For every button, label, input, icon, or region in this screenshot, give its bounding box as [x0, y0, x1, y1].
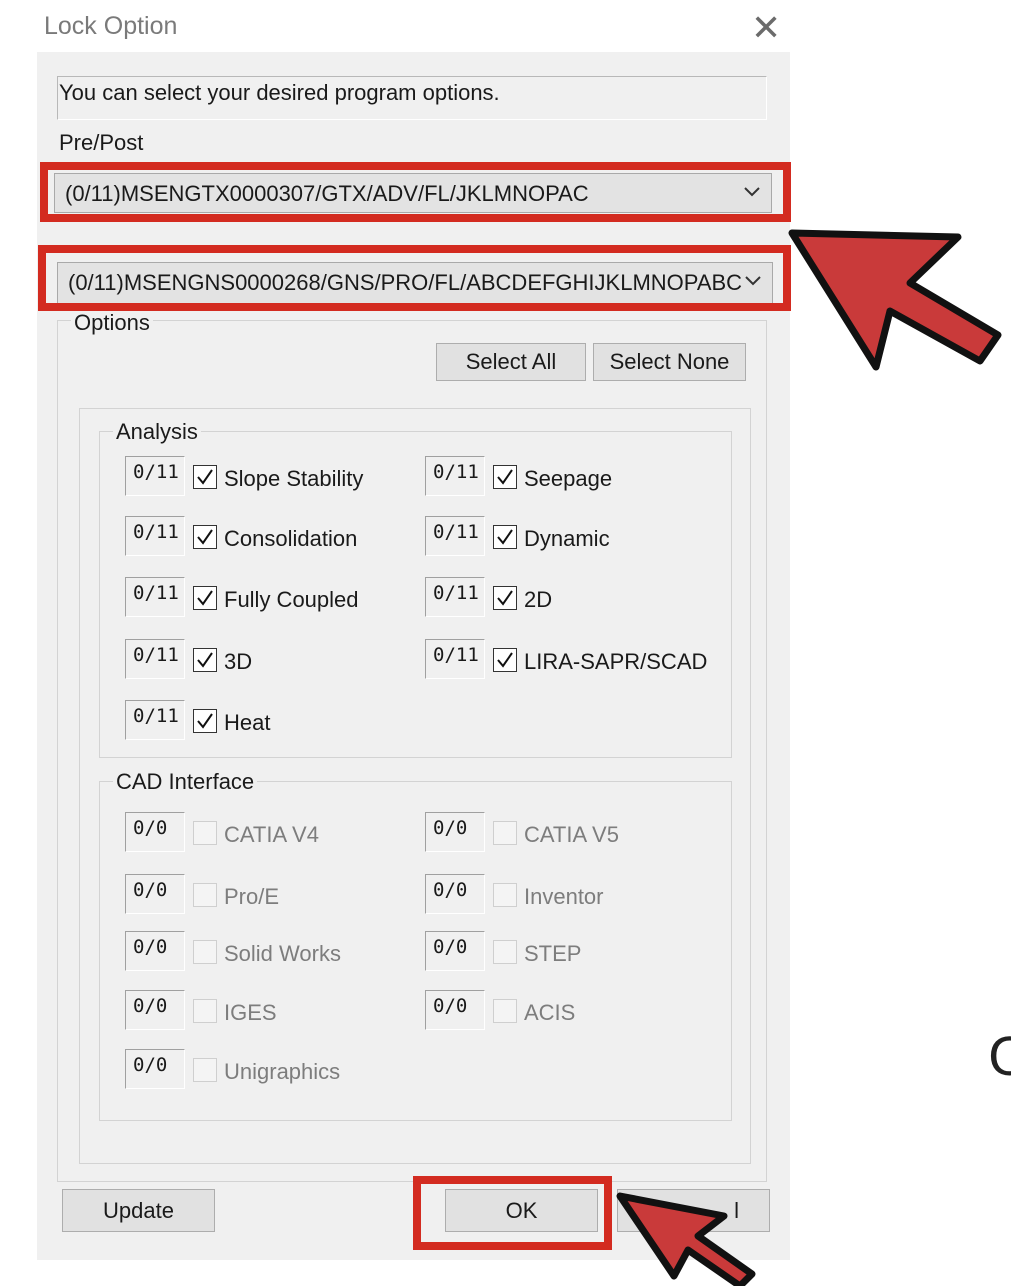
count-field-inventor: 0/0 — [425, 874, 485, 914]
prepost-label: Pre/Post — [59, 130, 144, 155]
count-field-3d: 0/11 — [125, 639, 185, 679]
checkmark-icon — [497, 590, 513, 606]
count-field-unigraphics: 0/0 — [125, 1049, 185, 1089]
count-field-consolidation: 0/11 — [125, 516, 185, 556]
highlight-box-prepost — [40, 162, 791, 222]
checkbox-slope-stability[interactable] — [193, 465, 217, 489]
count-field-lira-sapr-scad: 0/11 — [425, 639, 485, 679]
count-field-catia-v5: 0/0 — [425, 812, 485, 852]
count-field-fully-coupled: 0/11 — [125, 577, 185, 617]
checkmark-icon — [497, 469, 513, 485]
highlight-box-ok — [413, 1176, 612, 1250]
option-label-3d: 3D — [224, 649, 253, 674]
count-field-seepage: 0/11 — [425, 456, 485, 496]
update-button[interactable]: Update — [62, 1189, 215, 1232]
select-none-button[interactable]: Select None — [593, 343, 746, 381]
count-field-pro-e: 0/0 — [125, 874, 185, 914]
checkbox-dynamic[interactable] — [493, 525, 517, 549]
checkbox-step[interactable] — [493, 940, 517, 964]
checkmark-icon — [497, 529, 513, 545]
option-label-solid-works: Solid Works — [224, 941, 341, 966]
select-all-button[interactable]: Select All — [436, 343, 586, 381]
count-field-acis: 0/0 — [425, 990, 485, 1030]
checkbox-2d[interactable] — [493, 586, 517, 610]
option-label-inventor: Inventor — [524, 884, 604, 909]
highlight-box-solver — [38, 245, 791, 311]
checkmark-icon — [197, 529, 213, 545]
option-label-heat: Heat — [224, 710, 271, 735]
pointer-arrow-icon — [616, 1192, 756, 1286]
option-label-slope-stability: Slope Stability — [224, 466, 364, 491]
count-field-slope-stability: 0/11 — [125, 456, 185, 496]
option-label-iges: IGES — [224, 1000, 277, 1025]
options-title: Options — [71, 310, 153, 336]
checkbox-consolidation[interactable] — [193, 525, 217, 549]
option-label-step: STEP — [524, 941, 582, 966]
option-label-fully-coupled: Fully Coupled — [224, 587, 359, 612]
dialog-title: Lock Option — [44, 12, 178, 40]
checkmark-icon — [197, 590, 213, 606]
option-label-dynamic: Dynamic — [524, 526, 610, 551]
option-label-seepage: Seepage — [524, 466, 613, 491]
count-field-solid-works: 0/0 — [125, 931, 185, 971]
checkbox-catia-v4[interactable] — [193, 821, 217, 845]
title-bar: Lock Option ✕ — [37, 8, 790, 52]
checkbox-heat[interactable] — [193, 709, 217, 733]
checkmark-icon — [497, 652, 513, 668]
option-label-consolidation: Consolidation — [224, 526, 358, 551]
checkbox-catia-v5[interactable] — [493, 821, 517, 845]
analysis-title: Analysis — [113, 419, 201, 445]
cad-interface-title: CAD Interface — [113, 769, 258, 795]
checkbox-fully-coupled[interactable] — [193, 586, 217, 610]
checkbox-solid-works[interactable] — [193, 940, 217, 964]
checkbox-unigraphics[interactable] — [193, 1058, 217, 1082]
checkbox-pro-e[interactable] — [193, 883, 217, 907]
checkbox-seepage[interactable] — [493, 465, 517, 489]
option-label-2d: 2D — [524, 587, 553, 612]
option-label-unigraphics: Unigraphics — [224, 1059, 341, 1084]
checkbox-acis[interactable] — [493, 999, 517, 1023]
option-label-catia-v4: CATIA V4 — [224, 822, 319, 847]
checkbox-inventor[interactable] — [493, 883, 517, 907]
checkbox-lira-sapr-scad[interactable] — [493, 648, 517, 672]
option-label-catia-v5: CATIA V5 — [524, 822, 619, 847]
count-field-dynamic: 0/11 — [425, 516, 485, 556]
count-field-catia-v4: 0/0 — [125, 812, 185, 852]
count-field-iges: 0/0 — [125, 990, 185, 1030]
checkmark-icon — [197, 652, 213, 668]
checkmark-icon — [197, 713, 213, 729]
checkmark-icon — [197, 469, 213, 485]
background-page-text: C — [988, 1028, 1011, 1088]
option-label-lira-sapr-scad: LIRA-SAPR/SCAD — [524, 649, 708, 674]
pointer-arrow-icon — [788, 229, 1002, 371]
count-field-2d: 0/11 — [425, 577, 485, 617]
close-icon[interactable]: ✕ — [751, 8, 781, 48]
option-label-pro-e: Pro/E — [224, 884, 280, 909]
option-label-acis: ACIS — [524, 1000, 576, 1025]
count-field-heat: 0/11 — [125, 700, 185, 740]
checkbox-iges[interactable] — [193, 999, 217, 1023]
info-text: You can select your desired program opti… — [59, 80, 500, 105]
checkbox-3d[interactable] — [193, 648, 217, 672]
count-field-step: 0/0 — [425, 931, 485, 971]
